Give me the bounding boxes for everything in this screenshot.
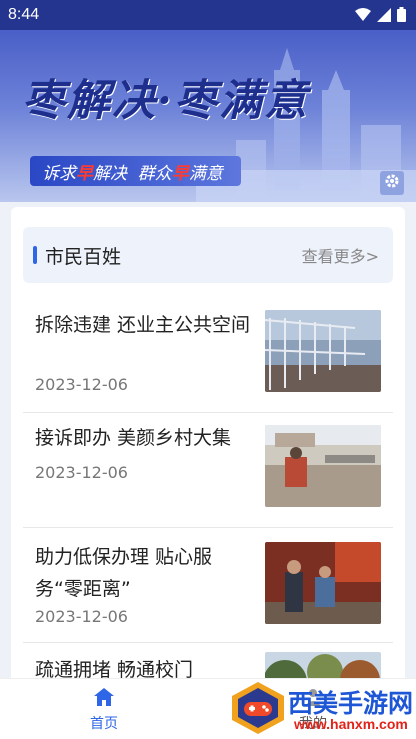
status-time: 8:44 (8, 6, 40, 23)
nav-home-label: 首页 (90, 716, 118, 732)
news-item[interactable]: 助力低保办理 贴心服务“零距离” 2023-12-06 (23, 527, 393, 643)
news-title: 助力低保办理 贴心服务“零距离” (35, 546, 213, 600)
section-accent-bar (33, 246, 37, 264)
signal-icon (377, 7, 391, 26)
section-header: 市民百姓 查看更多> (23, 227, 393, 283)
news-thumbnail (265, 425, 381, 507)
banner-title: 枣解决·枣满意 (22, 76, 309, 126)
site-watermark: 西美手游网 www.hanxm.com (228, 678, 414, 738)
slogan-part: 诉求 (42, 163, 76, 184)
wifi-icon (355, 7, 371, 26)
battery-icon (397, 7, 406, 26)
watermark-text: 西美手游网 (288, 689, 414, 718)
news-date: 2023-12-06 (35, 463, 128, 482)
status-icons (355, 7, 406, 26)
home-icon (93, 688, 115, 711)
slogan-highlight: 早 (76, 163, 93, 184)
news-item[interactable]: 拆除违建 还业主公共空间 2023-12-06 (23, 297, 393, 413)
view-more-link[interactable]: 查看更多> (302, 243, 379, 267)
slogan-part: 解决 群众 (93, 163, 172, 184)
banner-slogan: 诉求 早 解决 群众 早 满意 (30, 156, 241, 186)
nav-home-tab[interactable]: 首页 (84, 687, 124, 733)
news-title: 接诉即办 美颜乡村大集 (35, 427, 232, 449)
news-thumbnail (265, 542, 381, 624)
slogan-part: 满意 (188, 163, 223, 184)
news-item[interactable]: 接诉即办 美颜乡村大集 2023-12-06 (23, 412, 393, 528)
hero-banner: 枣解决·枣满意 诉求 早 解决 群众 早 满意 (0, 30, 416, 202)
gamepad-logo-icon (230, 682, 286, 738)
settings-button[interactable] (380, 171, 404, 195)
content-card: 市民百姓 查看更多> 拆除违建 还业主公共空间 2023-12-06 接诉即办 … (11, 207, 405, 738)
news-date: 2023-12-06 (35, 607, 128, 626)
section-title: 市民百姓 (45, 245, 122, 268)
news-title: 拆除违建 还业主公共空间 (35, 314, 251, 336)
watermark-url: www.hanxm.com (294, 716, 408, 732)
news-thumbnail (265, 310, 381, 392)
news-date: 2023-12-06 (35, 375, 128, 394)
slogan-highlight: 早 (171, 163, 189, 184)
status-bar: 8:44 (0, 0, 416, 30)
gear-icon (384, 173, 400, 193)
